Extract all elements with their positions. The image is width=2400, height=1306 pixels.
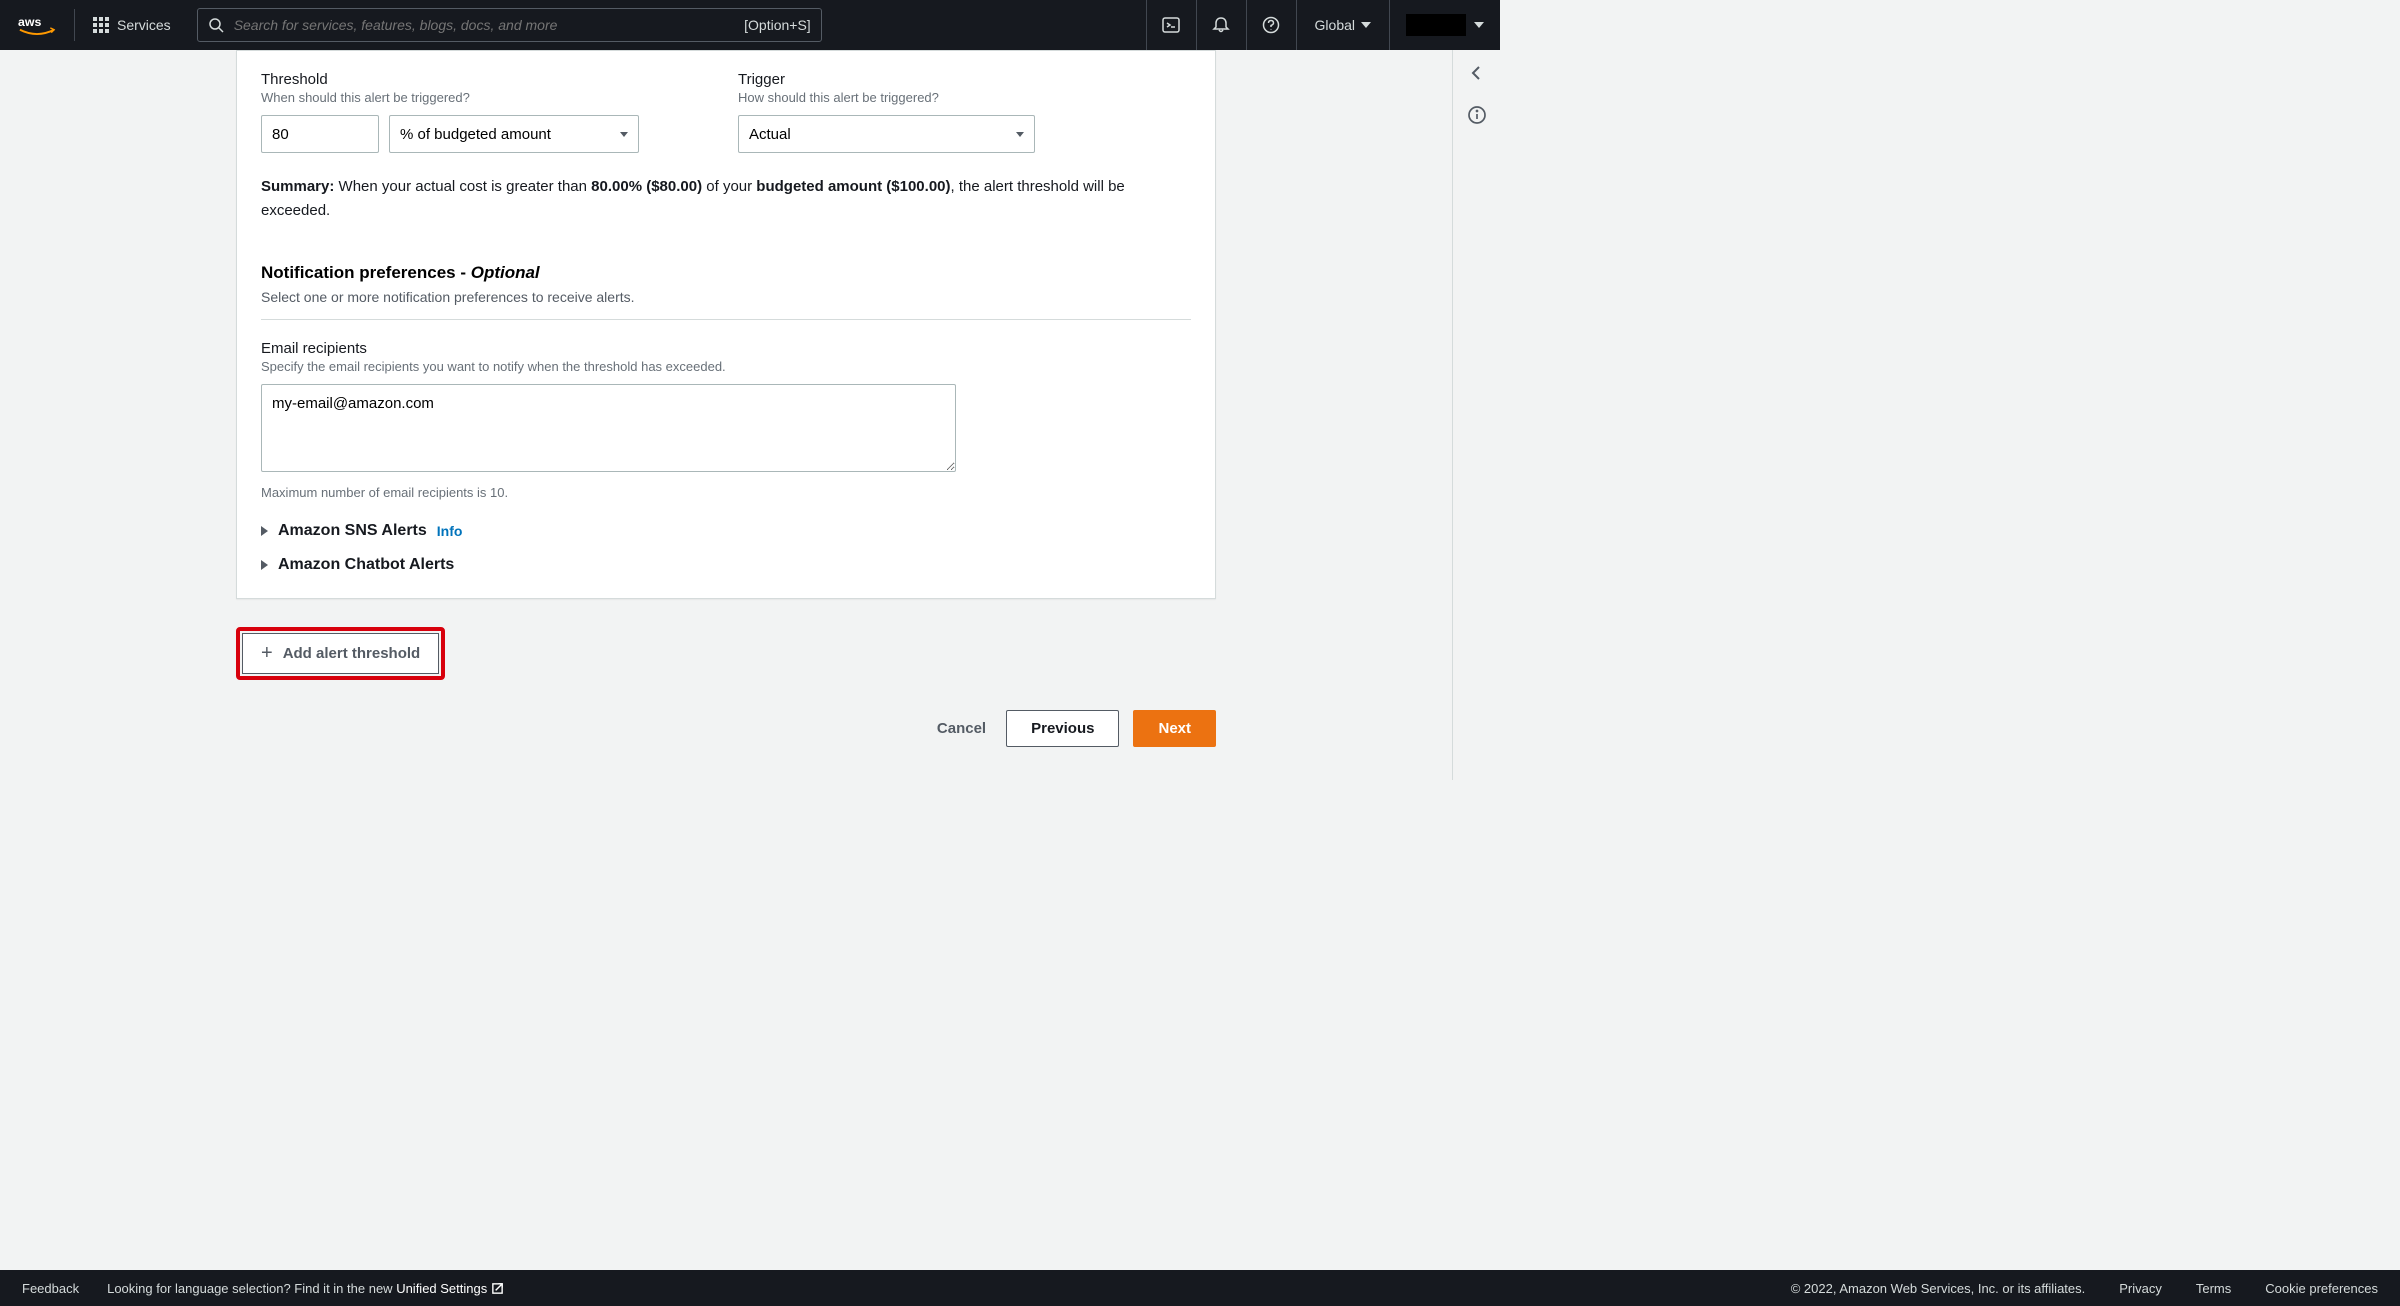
trigger-label: Trigger	[738, 71, 1191, 88]
wizard-buttons: Cancel Previous Next	[236, 710, 1216, 747]
services-label: Services	[117, 17, 171, 33]
help-button[interactable]	[1246, 0, 1296, 50]
cancel-button[interactable]: Cancel	[931, 710, 992, 747]
grid-icon	[93, 17, 109, 33]
summary-text: Summary: When your actual cost is greate…	[261, 175, 1191, 223]
search-icon	[208, 17, 224, 33]
cloudshell-button[interactable]	[1146, 0, 1196, 50]
aws-logo[interactable]: aws	[18, 13, 56, 37]
region-label: Global	[1315, 17, 1355, 33]
email-desc: Specify the email recipients you want to…	[261, 359, 1191, 374]
unified-settings-link[interactable]: Unified Settings	[396, 1281, 504, 1296]
trigger-value: Actual	[749, 126, 791, 143]
caret-down-icon	[1361, 22, 1371, 28]
caret-down-icon	[1474, 22, 1484, 28]
search-container[interactable]: [Option+S]	[197, 8, 822, 42]
cookie-preferences-link[interactable]: Cookie preferences	[2265, 1281, 2378, 1296]
services-menu[interactable]: Services	[75, 17, 189, 33]
email-recipients-input[interactable]	[261, 384, 956, 472]
chatbot-title: Amazon Chatbot Alerts	[278, 556, 454, 574]
sns-title: Amazon SNS Alerts	[278, 522, 427, 540]
add-alert-threshold-button[interactable]: + Add alert threshold	[242, 633, 439, 674]
footer: Feedback Looking for language selection?…	[0, 1270, 2400, 1306]
threshold-label: Threshold	[261, 71, 714, 88]
terms-link[interactable]: Terms	[2196, 1281, 2231, 1296]
side-rail	[1452, 50, 1500, 780]
top-navigation: aws Services [Option+S] Global	[0, 0, 1500, 50]
main-canvas: Threshold When should this alert be trig…	[0, 50, 1500, 780]
caret-down-icon	[1016, 132, 1024, 137]
collapse-panel-button[interactable]	[1468, 64, 1486, 87]
trigger-select[interactable]: Actual	[738, 115, 1035, 153]
sns-alerts-expander[interactable]: Amazon SNS Alerts Info	[261, 522, 1191, 540]
cloudshell-icon	[1162, 16, 1180, 34]
chevron-left-icon	[1468, 64, 1486, 82]
feedback-link[interactable]: Feedback	[22, 1281, 79, 1296]
email-label: Email recipients	[261, 340, 1191, 357]
language-prompt: Looking for language selection? Find it …	[107, 1281, 504, 1296]
search-input[interactable]	[234, 17, 734, 33]
privacy-link[interactable]: Privacy	[2119, 1281, 2162, 1296]
notifications-button[interactable]	[1196, 0, 1246, 50]
svg-text:aws: aws	[18, 15, 41, 29]
triangle-right-icon	[261, 560, 268, 570]
below-card-area: + Add alert threshold Cancel Previous Ne…	[236, 627, 1216, 747]
email-hint: Maximum number of email recipients is 10…	[261, 485, 1191, 500]
add-alert-highlight: + Add alert threshold	[236, 627, 445, 680]
alert-config-card: Threshold When should this alert be trig…	[236, 50, 1216, 599]
search-shortcut: [Option+S]	[744, 17, 811, 33]
help-icon	[1262, 16, 1280, 34]
account-name-redacted	[1406, 14, 1466, 36]
divider	[261, 319, 1191, 320]
account-menu[interactable]	[1389, 0, 1500, 50]
info-icon	[1467, 105, 1487, 125]
plus-icon: +	[261, 642, 273, 665]
next-button[interactable]: Next	[1133, 710, 1216, 747]
chatbot-alerts-expander[interactable]: Amazon Chatbot Alerts	[261, 556, 1191, 574]
trigger-desc: How should this alert be triggered?	[738, 90, 1191, 105]
threshold-unit-select[interactable]: % of budgeted amount	[389, 115, 639, 153]
previous-button[interactable]: Previous	[1006, 710, 1119, 747]
region-selector[interactable]: Global	[1296, 0, 1389, 50]
threshold-desc: When should this alert be triggered?	[261, 90, 714, 105]
threshold-input[interactable]	[261, 115, 379, 153]
bell-icon	[1212, 16, 1230, 34]
threshold-unit-value: % of budgeted amount	[400, 126, 551, 143]
sns-info-link[interactable]: Info	[437, 523, 463, 539]
external-link-icon	[491, 1282, 504, 1295]
info-panel-button[interactable]	[1467, 105, 1487, 130]
caret-down-icon	[620, 132, 628, 137]
add-alert-label: Add alert threshold	[283, 645, 421, 662]
copyright-text: © 2022, Amazon Web Services, Inc. or its…	[1791, 1281, 2086, 1296]
notification-header: Notification preferences - Optional	[261, 263, 1191, 283]
triangle-right-icon	[261, 526, 268, 536]
notification-sub: Select one or more notification preferen…	[261, 289, 1191, 305]
